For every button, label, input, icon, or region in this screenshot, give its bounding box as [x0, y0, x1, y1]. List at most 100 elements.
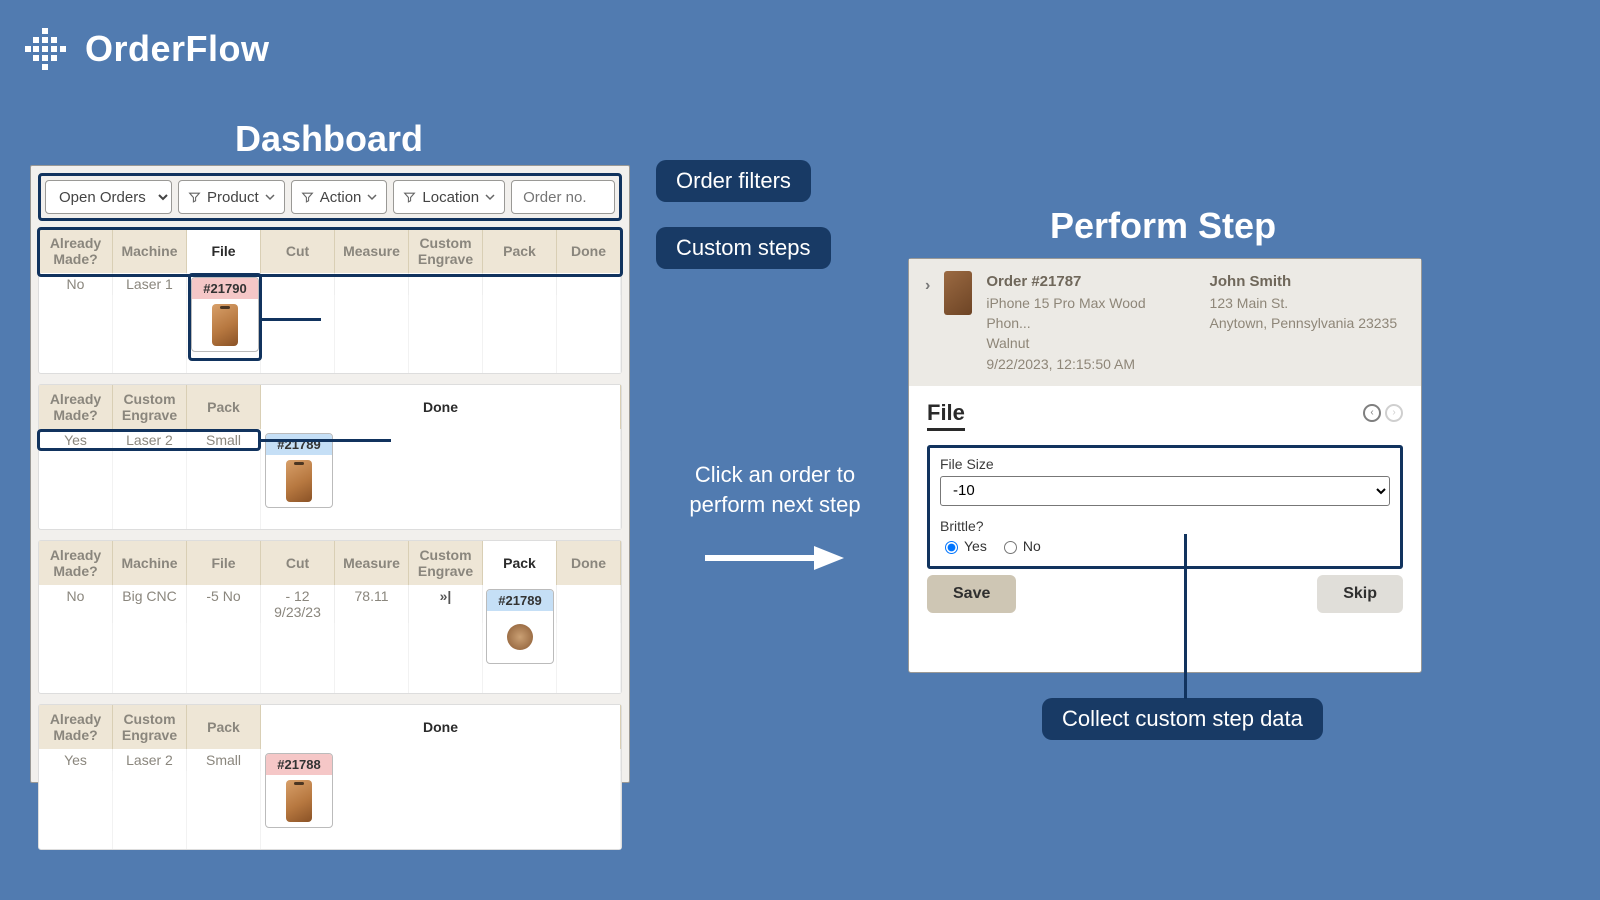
product-name: iPhone 15 Pro Max Wood Phon... — [986, 293, 1191, 334]
order-card[interactable]: #21788 — [265, 753, 333, 828]
dashboard-title: Dashboard — [235, 118, 423, 160]
order-card[interactable]: #21789 — [265, 433, 333, 508]
order-number: Order #21787 — [986, 271, 1191, 293]
step-value: Small — [187, 429, 261, 451]
location-filter-label: Location — [422, 189, 479, 206]
annotation-custom-steps: Custom steps — [656, 227, 831, 269]
annotation-order-filters: Order filters — [656, 160, 811, 202]
filter-icon — [301, 191, 314, 204]
product-filter-button[interactable]: Product — [178, 180, 285, 214]
prev-step-button[interactable]: ‹ — [1363, 404, 1381, 422]
col-header: Cut — [261, 541, 335, 585]
address-line1: 123 Main St. — [1210, 293, 1405, 313]
arrow-icon — [700, 540, 850, 576]
filter-icon — [403, 191, 416, 204]
brand-logo-icon — [25, 28, 67, 70]
product-filter-label: Product — [207, 189, 259, 206]
order-card[interactable]: #21789 — [486, 589, 554, 664]
lane-4: Already Made? Custom Engrave Pack Done Y… — [38, 704, 622, 850]
step-value: Yes — [39, 429, 113, 451]
order-search-input[interactable] — [521, 188, 605, 207]
skip-button[interactable]: Skip — [1317, 575, 1403, 613]
col-header: Done — [557, 541, 621, 585]
brittle-no-radio[interactable]: No — [999, 538, 1041, 554]
order-id: #21788 — [266, 754, 332, 775]
col-header: Measure — [335, 541, 409, 585]
step-value: Small — [187, 749, 261, 771]
next-step-button[interactable]: › — [1385, 404, 1403, 422]
file-size-select[interactable]: -10 — [940, 476, 1390, 506]
col-header: Measure — [335, 229, 409, 273]
order-id: #21789 — [487, 590, 553, 611]
order-search[interactable] — [511, 180, 615, 214]
order-id: #21789 — [266, 434, 332, 455]
product-thumbnail — [192, 299, 258, 351]
filter-icon — [188, 191, 201, 204]
step-value: 78.11 — [335, 585, 409, 623]
step-value: Laser 1 — [113, 273, 187, 295]
product-thumbnail — [487, 611, 553, 663]
col-header: Custom Engrave — [113, 705, 187, 749]
col-header: Pack — [187, 705, 261, 749]
col-header: Already Made? — [39, 385, 113, 429]
step-value: Laser 2 — [113, 749, 187, 771]
col-header: Custom Engrave — [409, 229, 483, 273]
col-header: File — [187, 541, 261, 585]
step-value: Laser 2 — [113, 429, 187, 451]
step-heading: File — [927, 400, 965, 431]
order-card[interactable]: #21790 — [191, 277, 259, 352]
step-value: - 12 9/23/23 — [261, 585, 335, 623]
brand-name: OrderFlow — [85, 28, 270, 70]
brand: OrderFlow — [25, 28, 270, 70]
file-size-label: File Size — [940, 456, 1390, 472]
brittle-yes-radio[interactable]: Yes — [940, 538, 987, 554]
col-header: Already Made? — [39, 541, 113, 585]
lane-1: Already Made? Machine File Cut Measure C… — [38, 228, 622, 374]
col-header-active: Done — [261, 705, 621, 749]
step-value: »| — [409, 585, 483, 623]
col-header: Machine — [113, 229, 187, 273]
flow-instruction: Click an order to perform next step — [685, 460, 865, 519]
step-value: Big CNC — [113, 585, 187, 623]
material: Walnut — [986, 333, 1191, 353]
product-thumbnail — [266, 775, 332, 827]
address-line2: Anytown, Pennsylvania 23235 — [1210, 313, 1405, 333]
chevron-down-icon — [367, 192, 377, 202]
expand-icon[interactable]: › — [925, 277, 930, 295]
col-header: Custom Engrave — [409, 541, 483, 585]
col-header: Machine — [113, 541, 187, 585]
col-header: Pack — [187, 385, 261, 429]
perform-step-title: Perform Step — [1050, 205, 1276, 247]
timestamp: 9/22/2023, 12:15:50 AM — [986, 354, 1191, 374]
col-header: Already Made? — [39, 229, 113, 273]
lane-2: Already Made? Custom Engrave Pack Done Y… — [38, 384, 622, 530]
col-header: Cut — [261, 229, 335, 273]
status-select[interactable]: Open Orders — [45, 180, 172, 214]
col-header-active: Pack — [483, 541, 557, 585]
order-id: #21790 — [192, 278, 258, 299]
col-header-active: Done — [261, 385, 621, 429]
step-value: No — [39, 273, 113, 295]
brittle-label: Brittle? — [940, 518, 1390, 534]
order-summary: › Order #21787 iPhone 15 Pro Max Wood Ph… — [909, 259, 1421, 386]
annotation-collect-data: Collect custom step data — [1042, 698, 1323, 740]
col-header: Pack — [483, 229, 557, 273]
order-board: Already Made? Machine File Cut Measure C… — [38, 228, 622, 850]
col-header: Done — [557, 229, 621, 273]
chevron-down-icon — [265, 192, 275, 202]
product-thumbnail — [266, 455, 332, 507]
perform-step-panel: › Order #21787 iPhone 15 Pro Max Wood Ph… — [908, 258, 1422, 673]
step-value: No — [39, 585, 113, 623]
action-filter-label: Action — [320, 189, 362, 206]
lane-3: Already Made? Machine File Cut Measure C… — [38, 540, 622, 694]
product-thumbnail — [944, 271, 972, 315]
filter-bar: Open Orders Product Action Location — [38, 173, 622, 221]
step-value: -5 No — [187, 585, 261, 623]
save-button[interactable]: Save — [927, 575, 1016, 613]
dashboard-panel: Open Orders Product Action Location Alre… — [30, 165, 630, 783]
action-filter-button[interactable]: Action — [291, 180, 388, 214]
col-header: Already Made? — [39, 705, 113, 749]
location-filter-button[interactable]: Location — [393, 180, 505, 214]
chevron-down-icon — [485, 192, 495, 202]
customer-name: John Smith — [1210, 271, 1405, 293]
